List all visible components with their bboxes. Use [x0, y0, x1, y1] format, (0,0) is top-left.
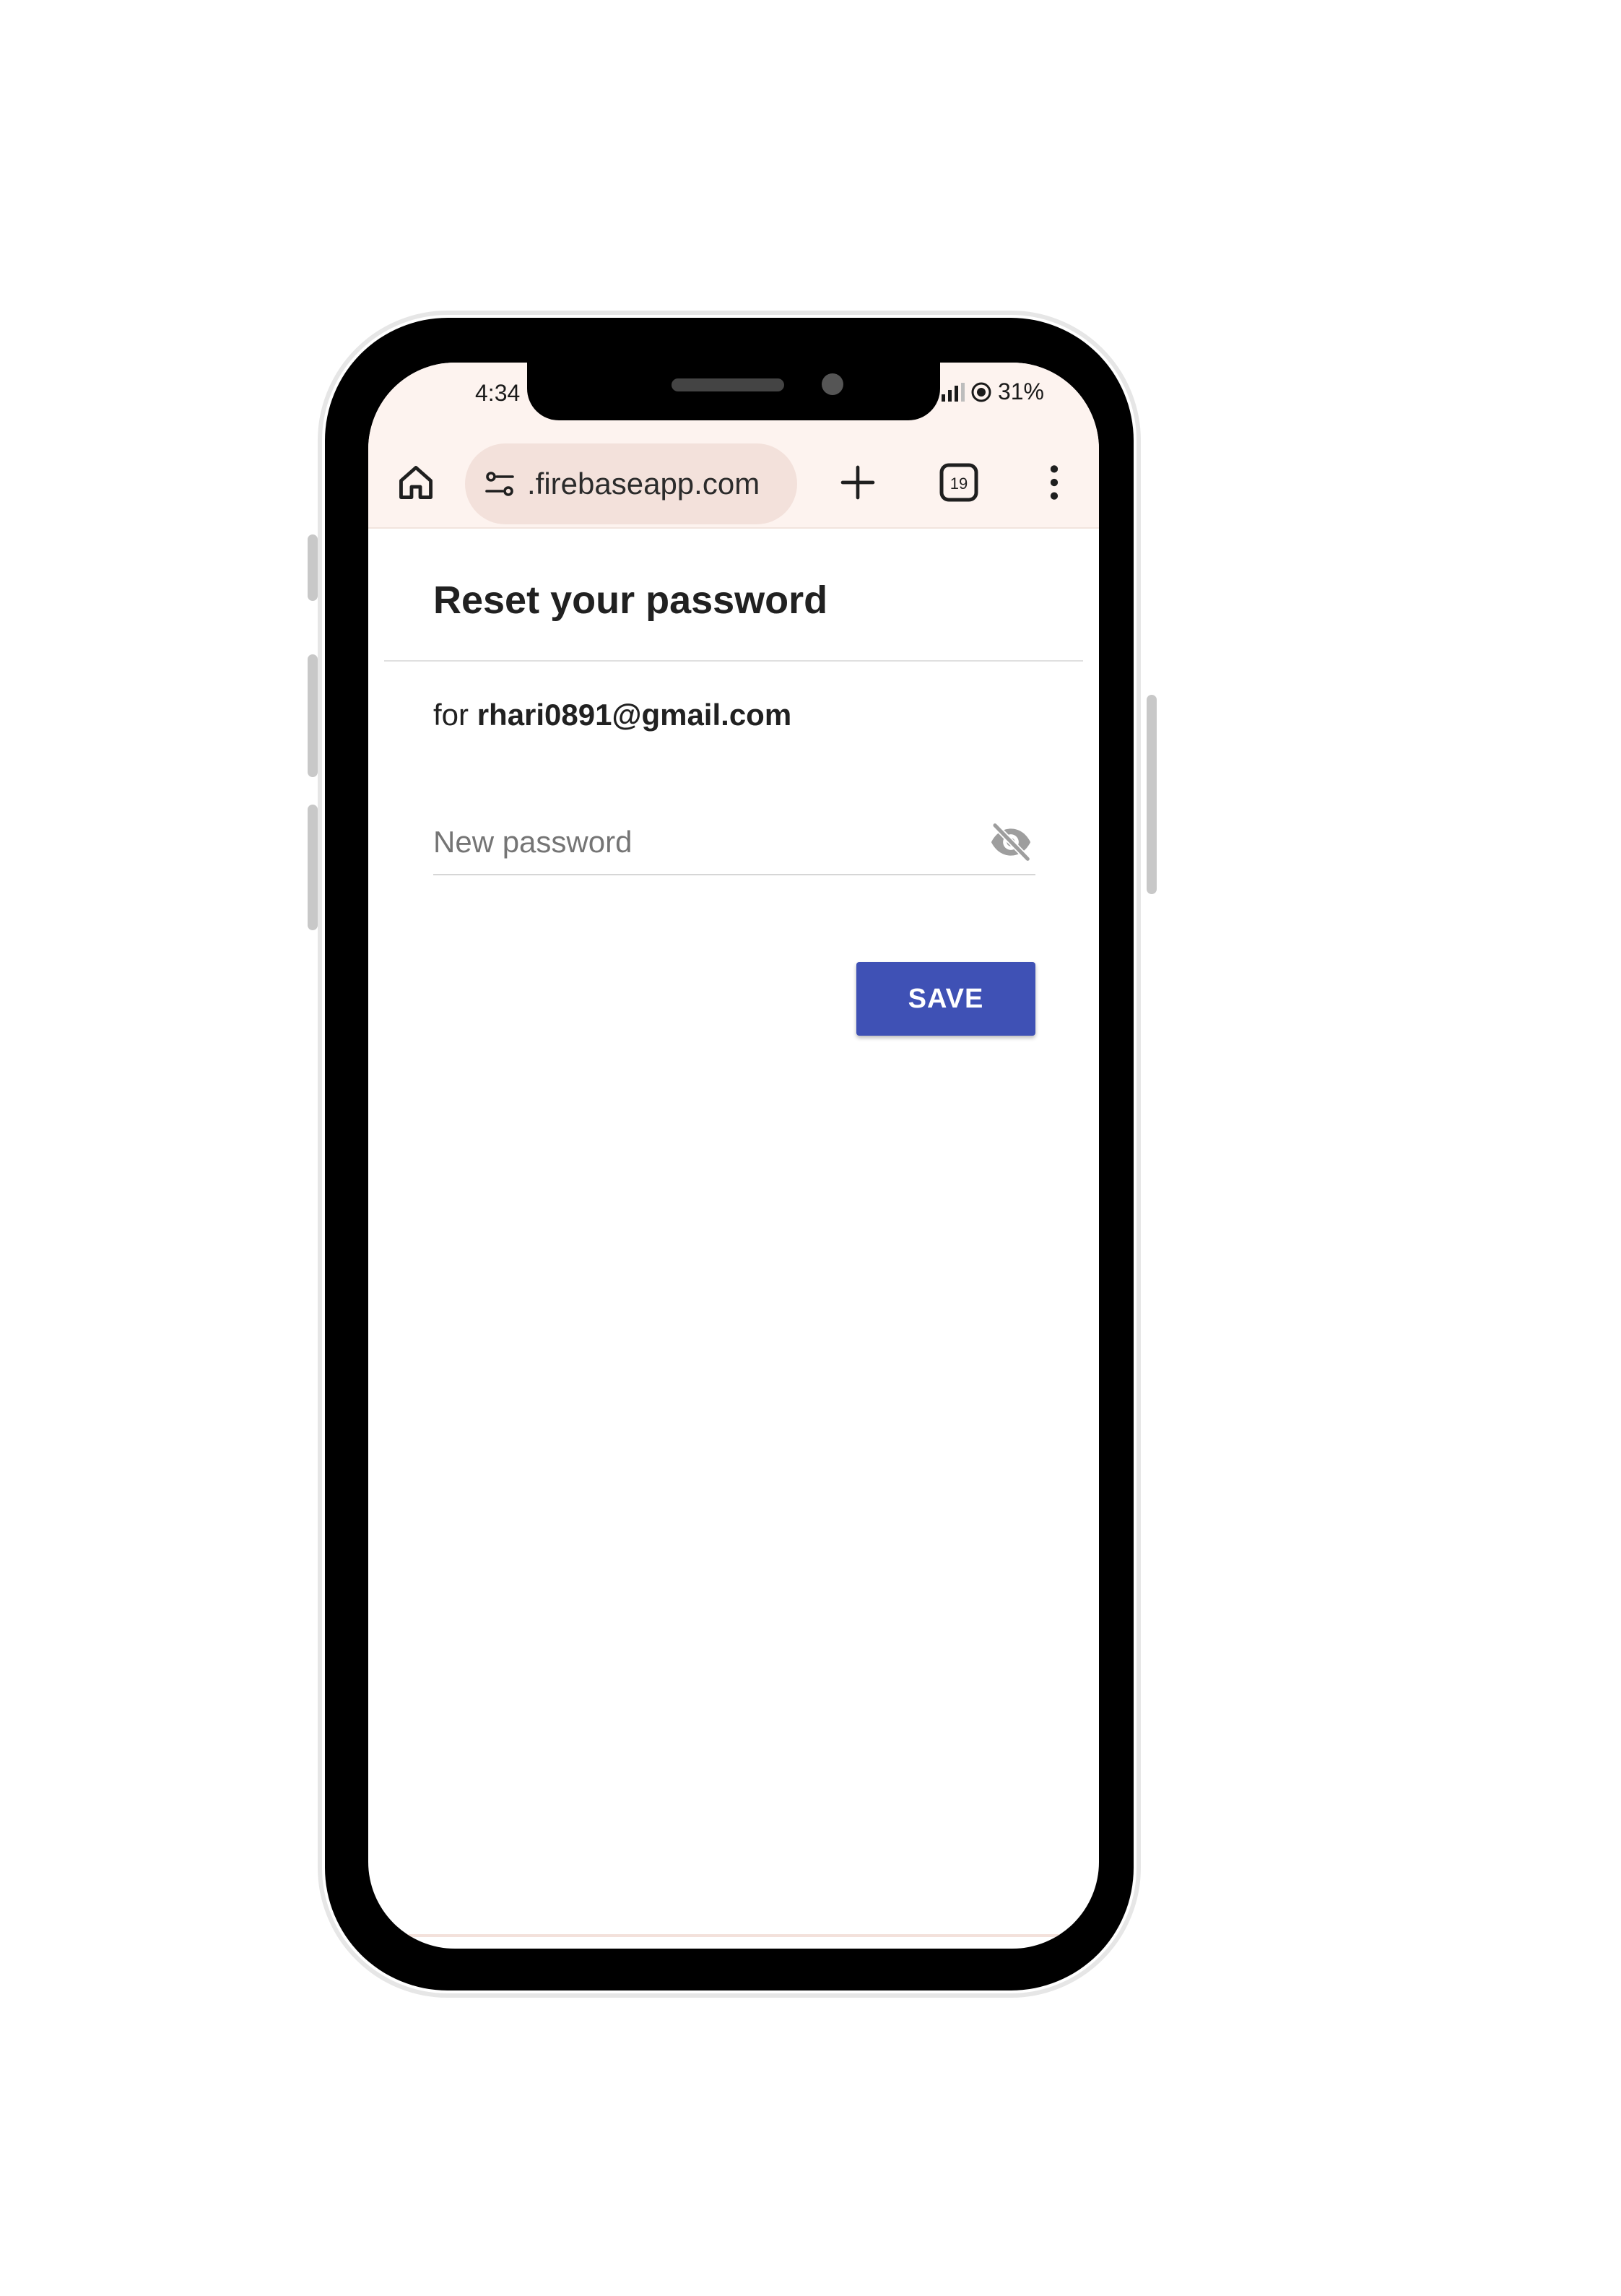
site-settings-icon[interactable] — [479, 464, 520, 504]
tab-switcher-icon[interactable]: 19 — [933, 456, 985, 508]
account-line: for rhari0891@gmail.com — [433, 698, 791, 732]
browser-toolbar: .firebaseapp.com 19 — [368, 435, 1099, 529]
signal-icon — [941, 382, 965, 402]
bottom-bar — [368, 1934, 1099, 1937]
save-button[interactable]: SAVE — [856, 962, 1035, 1036]
visibility-off-icon[interactable] — [986, 818, 1035, 867]
phone-side-button-volume-down — [308, 805, 318, 930]
phone-screen: 4:34 31% .firebaseapp.com 19 Reset your … — [368, 363, 1099, 1949]
phone-side-button-power — [1147, 695, 1157, 894]
address-bar[interactable]: .firebaseapp.com — [465, 443, 797, 524]
front-camera — [822, 373, 843, 395]
camera-notch — [527, 363, 940, 420]
new-password-input[interactable] — [433, 820, 968, 864]
page-title: Reset your password — [433, 579, 828, 622]
earpiece-speaker — [672, 378, 784, 391]
battery-saver-icon — [971, 382, 991, 402]
new-tab-icon[interactable] — [832, 456, 884, 508]
tab-count: 19 — [950, 475, 968, 493]
title-divider — [384, 660, 1083, 662]
home-icon[interactable] — [390, 456, 442, 508]
phone-side-button-mute — [308, 534, 318, 601]
status-bar: 4:34 31% — [368, 363, 1099, 435]
phone-side-button-volume-up — [308, 654, 318, 777]
status-time: 4:34 — [475, 380, 521, 406]
battery-percent: 31% — [997, 378, 1044, 404]
new-password-field — [433, 809, 1035, 875]
address-bar-url: .firebaseapp.com — [527, 467, 760, 501]
status-icons: 31% — [941, 378, 1044, 405]
account-email: rhari0891@gmail.com — [477, 698, 792, 732]
more-menu-icon[interactable] — [1028, 456, 1080, 508]
for-prefix: for — [433, 698, 469, 732]
